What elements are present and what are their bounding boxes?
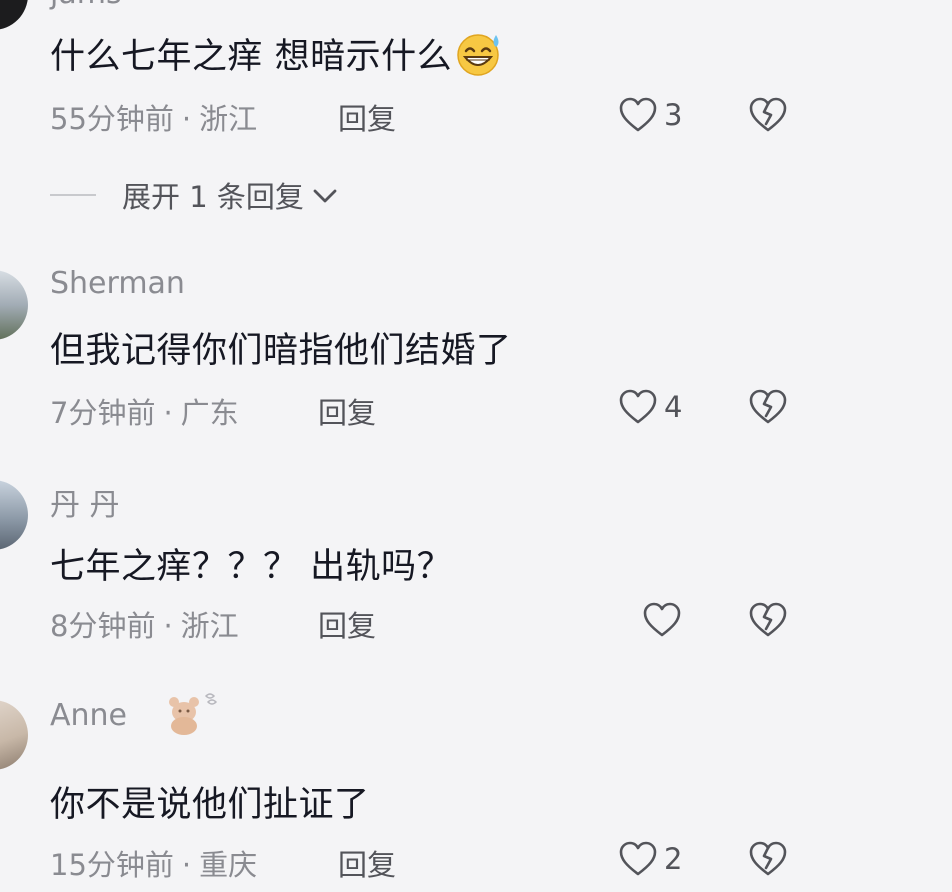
like-count: 2 (664, 842, 683, 876)
reply-button[interactable]: 回复 (318, 603, 376, 645)
reply-button[interactable]: 回复 (318, 390, 376, 432)
heart-outline-icon (618, 840, 658, 878)
expand-replies-button[interactable]: 展开 1 条回复 (50, 174, 338, 216)
dislike-button[interactable] (748, 388, 788, 426)
broken-heart-icon (748, 96, 788, 134)
comment-time: 55分钟前 (50, 102, 174, 136)
bear-sticker-icon (164, 690, 222, 740)
like-count: 3 (664, 98, 683, 132)
reply-button[interactable]: 回复 (338, 96, 396, 138)
comment-meta: 7分钟前 · 广东 (50, 390, 239, 432)
comment-location: 广东 (180, 396, 239, 430)
dislike-button[interactable] (748, 601, 788, 639)
like-button[interactable]: 4 (618, 388, 682, 426)
comment-username[interactable]: jams (50, 0, 122, 11)
comment-time: 15分钟前 (50, 848, 174, 882)
broken-heart-icon (748, 840, 788, 878)
avatar[interactable] (0, 270, 28, 340)
comment-username[interactable]: Sherman (50, 266, 185, 301)
like-button[interactable]: 2 (618, 840, 682, 878)
dislike-button[interactable] (748, 840, 788, 878)
comment-text: 你不是说他们扯证了 (50, 785, 370, 825)
heart-outline-icon (618, 388, 658, 426)
broken-heart-icon (748, 388, 788, 426)
expand-replies-label: 展开 1 条回复 (122, 180, 304, 214)
like-button[interactable]: 3 (618, 96, 682, 134)
comment-text: 七年之痒？？？ 出轨吗？ (50, 547, 453, 587)
comment-location: 浙江 (180, 609, 239, 643)
meta-separator: · (163, 609, 173, 643)
avatar[interactable] (0, 480, 28, 550)
avatar[interactable] (0, 0, 28, 30)
like-button[interactable] (642, 601, 688, 639)
meta-separator: · (163, 396, 173, 430)
comment-username[interactable]: 丹 丹 (50, 480, 120, 524)
comment-time: 8分钟前 (50, 609, 156, 643)
expand-divider (50, 194, 96, 196)
comment-text-content: 什么七年之痒 想暗示什么 (50, 37, 453, 77)
comment-meta: 15分钟前 · 重庆 (50, 842, 257, 884)
heart-outline-icon (618, 96, 658, 134)
comment-time: 7分钟前 (50, 396, 156, 430)
heart-outline-icon (642, 601, 682, 639)
comment-text: 但我记得你们暗指他们结婚了 (50, 331, 512, 371)
comment-meta: 8分钟前 · 浙江 (50, 603, 239, 645)
comment-meta: 55分钟前 · 浙江 (50, 96, 257, 138)
dislike-button[interactable] (748, 96, 788, 134)
meta-separator: · (181, 102, 192, 136)
comment-location: 重庆 (199, 848, 258, 882)
comment-location: 浙江 (199, 102, 258, 136)
reply-button[interactable]: 回复 (338, 842, 396, 884)
meta-separator: · (181, 848, 192, 882)
chevron-down-icon (312, 178, 338, 212)
like-count: 4 (664, 390, 683, 424)
avatar[interactable] (0, 700, 28, 770)
comment-text: 什么七年之痒 想暗示什么 (50, 28, 506, 86)
comment-username[interactable]: Anne (50, 698, 127, 733)
broken-heart-icon (748, 601, 788, 639)
grinning-sweat-emoji-icon (454, 31, 506, 86)
